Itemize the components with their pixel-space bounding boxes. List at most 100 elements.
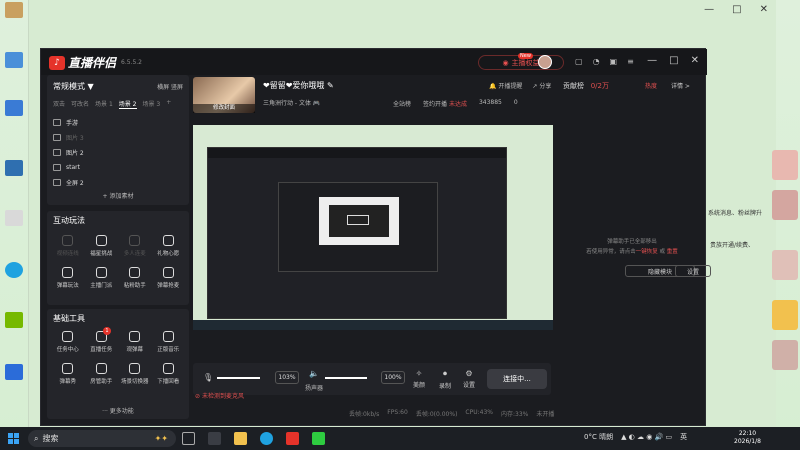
source-item[interactable]: 全屏 2 [53, 175, 183, 190]
live-companion-taskbar-icon[interactable] [286, 432, 299, 445]
recursive-preview-window [319, 197, 399, 245]
scene-tab[interactable]: 场景 3 [143, 99, 161, 109]
search-box[interactable]: ⌕ 搜索 ✦✦ [28, 430, 176, 447]
tool-button[interactable]: 多人连麦 [118, 235, 152, 257]
source-item[interactable]: 图片 2 [53, 145, 183, 160]
add-source-button[interactable]: + 添加素材 [47, 191, 189, 200]
user-avatar[interactable] [538, 55, 552, 69]
source-item[interactable]: 图片 3 [53, 130, 183, 145]
edit-icon[interactable]: ✎ [327, 81, 334, 90]
windows-start-icon[interactable] [8, 433, 19, 444]
scene-tab[interactable]: 双击 [53, 99, 65, 109]
contribution-rank[interactable]: 贡献榜 0/2万 [563, 81, 609, 91]
close-button[interactable]: ✕ [691, 55, 699, 66]
tool-button[interactable]: 视频连线 [51, 235, 85, 257]
desktop-icon[interactable] [2, 2, 26, 19]
maximize-button[interactable]: □ [669, 55, 678, 66]
tool-button[interactable]: 下播回看 [152, 363, 186, 385]
widgets-icon[interactable] [208, 432, 221, 445]
share-button[interactable]: ↗ 分享 [532, 81, 551, 90]
tool-button[interactable]: 弹幕抢麦 [152, 267, 186, 289]
desktop-thumbnail[interactable] [772, 190, 798, 220]
desktop-icon[interactable] [2, 100, 26, 117]
desktop-thumbnail[interactable] [772, 340, 798, 370]
edge-icon[interactable] [260, 432, 273, 445]
tool-label: 房管助手 [90, 379, 113, 385]
file-explorer-icon[interactable] [234, 432, 247, 445]
tool-button[interactable]: 场景切换器 [118, 363, 152, 385]
desktop-icon[interactable] [2, 52, 26, 69]
headset-icon[interactable]: ◔ [593, 57, 600, 66]
connect-button[interactable]: 连接中... [487, 369, 547, 389]
contract-status[interactable]: 签约开播 未达成 [423, 99, 467, 108]
tool-button[interactable]: 福星挑战 [85, 235, 119, 257]
tool-button[interactable]: 直播任务 1 [85, 327, 119, 353]
message-icon[interactable]: ▢ [575, 57, 583, 66]
desktop-thumbnail[interactable] [772, 250, 798, 280]
desktop-icon[interactable] [2, 210, 26, 227]
orientation-toggle[interactable]: 横屏 竖屏 [157, 82, 183, 91]
beauty-button[interactable]: ✧ 美颜 [413, 369, 425, 389]
restore-link[interactable]: 一键恢复 [636, 249, 658, 255]
task-view-icon[interactable] [182, 432, 195, 445]
tool-button[interactable]: 观弹幕 [118, 331, 152, 353]
details-link[interactable]: 详情 > [671, 81, 690, 90]
mode-selector[interactable]: 常规模式 ▼ [53, 81, 94, 92]
source-icon [53, 119, 61, 126]
weather[interactable]: 0°C 晴朗 [584, 432, 613, 442]
clock[interactable]: 22:10 2026/1/8 [734, 430, 761, 446]
desktop-icon[interactable] [2, 364, 26, 381]
tool-button[interactable]: 正版音乐 [152, 331, 186, 353]
room-title-text: ❤留留❤爱你哦哦 [263, 81, 325, 90]
tool-button[interactable]: 弹幕玩法 [51, 267, 85, 289]
record-button[interactable]: ⏺ 录制 [439, 369, 451, 390]
settings-label: 设置 [463, 382, 476, 389]
speaker-volume-value[interactable]: 100% [381, 371, 405, 384]
edge-icon[interactable] [2, 262, 26, 279]
live-reminder-button[interactable]: 🔔 开播提醒 [489, 81, 522, 90]
app-taskbar-icon[interactable] [312, 432, 325, 445]
settings-button[interactable]: ⚙ 设置 [463, 369, 475, 389]
scene-tab[interactable]: 场景 2 [118, 99, 137, 109]
viewer-count: 0 [513, 99, 518, 106]
microphone-icon[interactable]: 🎙 [203, 373, 213, 382]
room-category[interactable]: 三角洲行动 - 文体 🎮 [263, 98, 320, 107]
contribution-value: 0/2万 [590, 82, 609, 90]
scene-tab[interactable]: 场景 1 [95, 99, 113, 109]
share-label: 分享 [539, 83, 552, 90]
tool-button[interactable]: 房管助手 [85, 363, 119, 385]
basic-tools-section: 基础工具 任务中心 直播任务 1 观弹幕 正版音乐 弹幕秀 房管助手 场景切换器 下播回看 ··… [47, 309, 189, 419]
mic-volume-slider[interactable] [217, 377, 261, 379]
tool-button[interactable]: 任务中心 [51, 331, 85, 353]
source-item[interactable]: start [53, 160, 183, 175]
desktop-icon[interactable] [2, 160, 26, 177]
source-item[interactable]: 手游 [53, 115, 183, 130]
reset-link[interactable]: 重置 [667, 249, 678, 255]
desktop-icon[interactable] [2, 312, 26, 329]
mic-volume-value[interactable]: 103% [275, 371, 299, 384]
desktop-thumbnail[interactable] [772, 300, 798, 330]
window-icon[interactable]: ▣ [610, 57, 618, 66]
rank-badge[interactable]: 全站榜 [393, 99, 411, 108]
scene-tab[interactable]: + [166, 99, 171, 109]
more-features-button[interactable]: ··· 更多功能 [47, 406, 189, 415]
minimize-button[interactable]: — [647, 55, 657, 66]
tool-button[interactable]: 主播门派 [85, 267, 119, 289]
background-window-controls[interactable]: — □ ✕ [704, 4, 768, 15]
message-line: 弹幕助手已全部移出 [607, 239, 657, 245]
menu-icon[interactable]: ≡ [627, 57, 634, 66]
speaker-icon[interactable]: 🔈 [309, 369, 319, 378]
room-cover[interactable]: 修改封面 [193, 77, 255, 113]
benefits-icon: ◉ [502, 58, 509, 67]
tool-button[interactable]: 弹幕秀 [51, 363, 85, 385]
right-settings-button[interactable]: 设置 [675, 265, 711, 277]
tray-icons[interactable]: ▲ ◐ ☁ ◉ 🔊 ▭ [621, 433, 672, 441]
desktop-thumbnail[interactable] [772, 150, 798, 180]
tool-button[interactable]: 礼物心愿 [152, 235, 186, 257]
speaker-volume-slider[interactable] [325, 377, 368, 379]
tool-button[interactable]: 粘粉助手 [118, 267, 152, 289]
scene-tab[interactable]: 可改名 [71, 99, 89, 109]
room-title[interactable]: ❤留留❤爱你哦哦 ✎ [263, 80, 334, 91]
stream-preview[interactable] [193, 125, 553, 330]
input-language[interactable]: 英 [680, 432, 687, 442]
